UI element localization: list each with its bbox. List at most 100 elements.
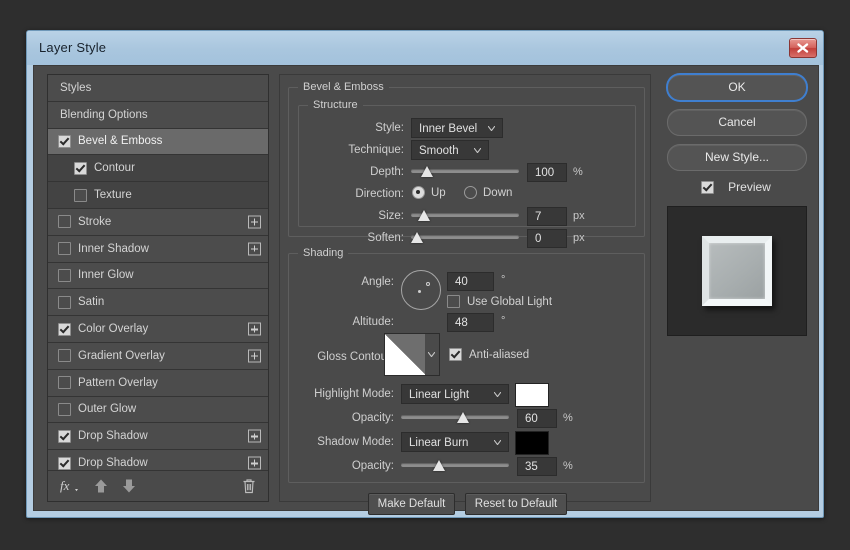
soften-slider[interactable] (411, 230, 519, 244)
sidebar-item-gradient-overlay[interactable]: Gradient Overlay (48, 343, 268, 370)
make-default-button[interactable]: Make Default (368, 493, 455, 515)
highlight-opacity-input[interactable]: 60 (517, 409, 557, 428)
depth-slider[interactable] (411, 164, 519, 178)
gloss-contour-curve (385, 334, 426, 375)
checkbox-icon[interactable] (58, 215, 71, 228)
checkbox-icon[interactable] (58, 430, 71, 443)
checkbox-icon[interactable] (58, 457, 71, 470)
direction-up-label: Up (431, 187, 446, 199)
close-button[interactable] (789, 38, 817, 58)
sidebar-item-styles[interactable]: Styles (48, 75, 268, 102)
soften-input[interactable]: 0 (527, 229, 567, 248)
shadow-mode-select[interactable]: Linear Burn (401, 432, 509, 452)
direction-down-radio[interactable]: Down (464, 186, 512, 199)
sidebar-item-inner-glow[interactable]: Inner Glow (48, 263, 268, 290)
add-effect-icon[interactable] (248, 242, 261, 255)
direction-up-radio[interactable]: Up (412, 186, 446, 199)
arrow-up-icon (93, 478, 109, 494)
sidebar-item-color-overlay[interactable]: Color Overlay (48, 316, 268, 343)
chevron-down-icon (428, 352, 435, 357)
structure-group: Structure Style: Inner Bevel Technique: … (298, 105, 636, 227)
sidebar-item-label: Satin (78, 296, 104, 308)
depth-slider-knob[interactable] (421, 166, 433, 177)
bevel-emboss-legend: Bevel & Emboss (298, 81, 389, 93)
sidebar-item-drop-shadow[interactable]: Drop Shadow (48, 423, 268, 450)
highlight-mode-select[interactable]: Linear Light (401, 384, 509, 404)
checkbox-icon[interactable] (58, 242, 71, 255)
technique-select[interactable]: Smooth (411, 140, 489, 160)
size-slider-knob[interactable] (418, 210, 430, 221)
shadow-opacity-knob[interactable] (433, 460, 445, 471)
checkbox-icon[interactable] (58, 296, 71, 309)
highlight-mode-value: Linear Light (409, 389, 469, 401)
move-up-button[interactable] (93, 478, 109, 499)
add-effect-icon[interactable] (248, 457, 261, 470)
move-down-button[interactable] (121, 478, 137, 499)
style-label: Style: (299, 122, 404, 134)
gloss-contour-swatch[interactable] (384, 333, 427, 376)
structure-legend: Structure (308, 99, 363, 111)
sidebar-item-outer-glow[interactable]: Outer Glow (48, 397, 268, 424)
sidebar-item-blending-options[interactable]: Blending Options (48, 102, 268, 129)
fx-menu-button[interactable]: fx (60, 478, 80, 499)
radio-up-icon (412, 186, 425, 199)
shading-group: Shading Angle: 40 ° Use Global Light Alt… (288, 253, 645, 483)
cancel-button[interactable]: Cancel (667, 109, 807, 136)
soften-label: Soften: (299, 232, 404, 244)
sidebar-item-pattern-overlay[interactable]: Pattern Overlay (48, 370, 268, 397)
checkbox-icon[interactable] (58, 349, 71, 362)
add-effect-icon[interactable] (248, 215, 261, 228)
checkbox-icon[interactable] (58, 135, 71, 148)
reset-to-default-button[interactable]: Reset to Default (465, 493, 567, 515)
highlight-opacity-label: Opacity: (289, 412, 394, 424)
sidebar-item-bevel-emboss[interactable]: Bevel & Emboss (48, 129, 268, 156)
add-effect-icon[interactable] (248, 430, 261, 443)
sidebar-item-contour[interactable]: Contour (48, 155, 268, 182)
shadow-color-swatch[interactable] (515, 431, 549, 455)
checkbox-icon[interactable] (58, 269, 71, 282)
angle-dial[interactable] (401, 270, 441, 310)
anti-aliased-checkbox[interactable]: Anti-aliased (449, 348, 529, 361)
sidebar-item-satin[interactable]: Satin (48, 289, 268, 316)
dialog-titlebar[interactable]: Layer Style (27, 31, 823, 65)
highlight-opacity-slider[interactable] (401, 410, 509, 424)
shadow-opacity-slider[interactable] (401, 458, 509, 472)
direction-label: Direction: (299, 188, 404, 200)
preview-checkbox[interactable]: Preview (662, 180, 810, 194)
size-unit: px (573, 210, 585, 222)
checkbox-icon[interactable] (74, 189, 87, 202)
size-slider[interactable] (411, 208, 519, 222)
preview-label: Preview (728, 180, 771, 194)
sidebar-item-texture[interactable]: Texture (48, 182, 268, 209)
altitude-input[interactable]: 48 (447, 313, 494, 332)
delete-effect-button[interactable] (242, 478, 256, 499)
new-style-button[interactable]: New Style... (667, 144, 807, 171)
depth-input[interactable]: 100 (527, 163, 567, 182)
highlight-opacity-knob[interactable] (457, 412, 469, 423)
trash-icon (242, 478, 256, 494)
ok-button[interactable]: OK (667, 74, 807, 101)
effects-list: StylesBlending OptionsBevel & EmbossCont… (48, 75, 268, 477)
dialog-actions-panel: OK Cancel New Style... Preview (662, 74, 810, 502)
sidebar-item-inner-shadow[interactable]: Inner Shadow (48, 236, 268, 263)
gloss-contour-label: Gloss Contour: (289, 351, 394, 363)
gloss-contour-dropdown[interactable] (425, 333, 440, 376)
direction-down-label: Down (483, 187, 512, 199)
style-select-value: Inner Bevel (419, 123, 477, 135)
angle-input[interactable]: 40 (447, 272, 494, 291)
sidebar-item-stroke[interactable]: Stroke (48, 209, 268, 236)
highlight-color-swatch[interactable] (515, 383, 549, 407)
checkbox-icon[interactable] (58, 403, 71, 416)
size-input[interactable]: 7 (527, 207, 567, 226)
sidebar-item-label: Outer Glow (78, 403, 136, 415)
soften-slider-knob[interactable] (411, 232, 423, 243)
checkbox-icon[interactable] (74, 162, 87, 175)
add-effect-icon[interactable] (248, 349, 261, 362)
add-effect-icon[interactable] (248, 323, 261, 336)
style-select[interactable]: Inner Bevel (411, 118, 503, 138)
shadow-opacity-input[interactable]: 35 (517, 457, 557, 476)
checkbox-icon[interactable] (58, 376, 71, 389)
checkbox-icon (449, 348, 462, 361)
use-global-light-checkbox[interactable]: Use Global Light (447, 295, 552, 308)
checkbox-icon[interactable] (58, 323, 71, 336)
